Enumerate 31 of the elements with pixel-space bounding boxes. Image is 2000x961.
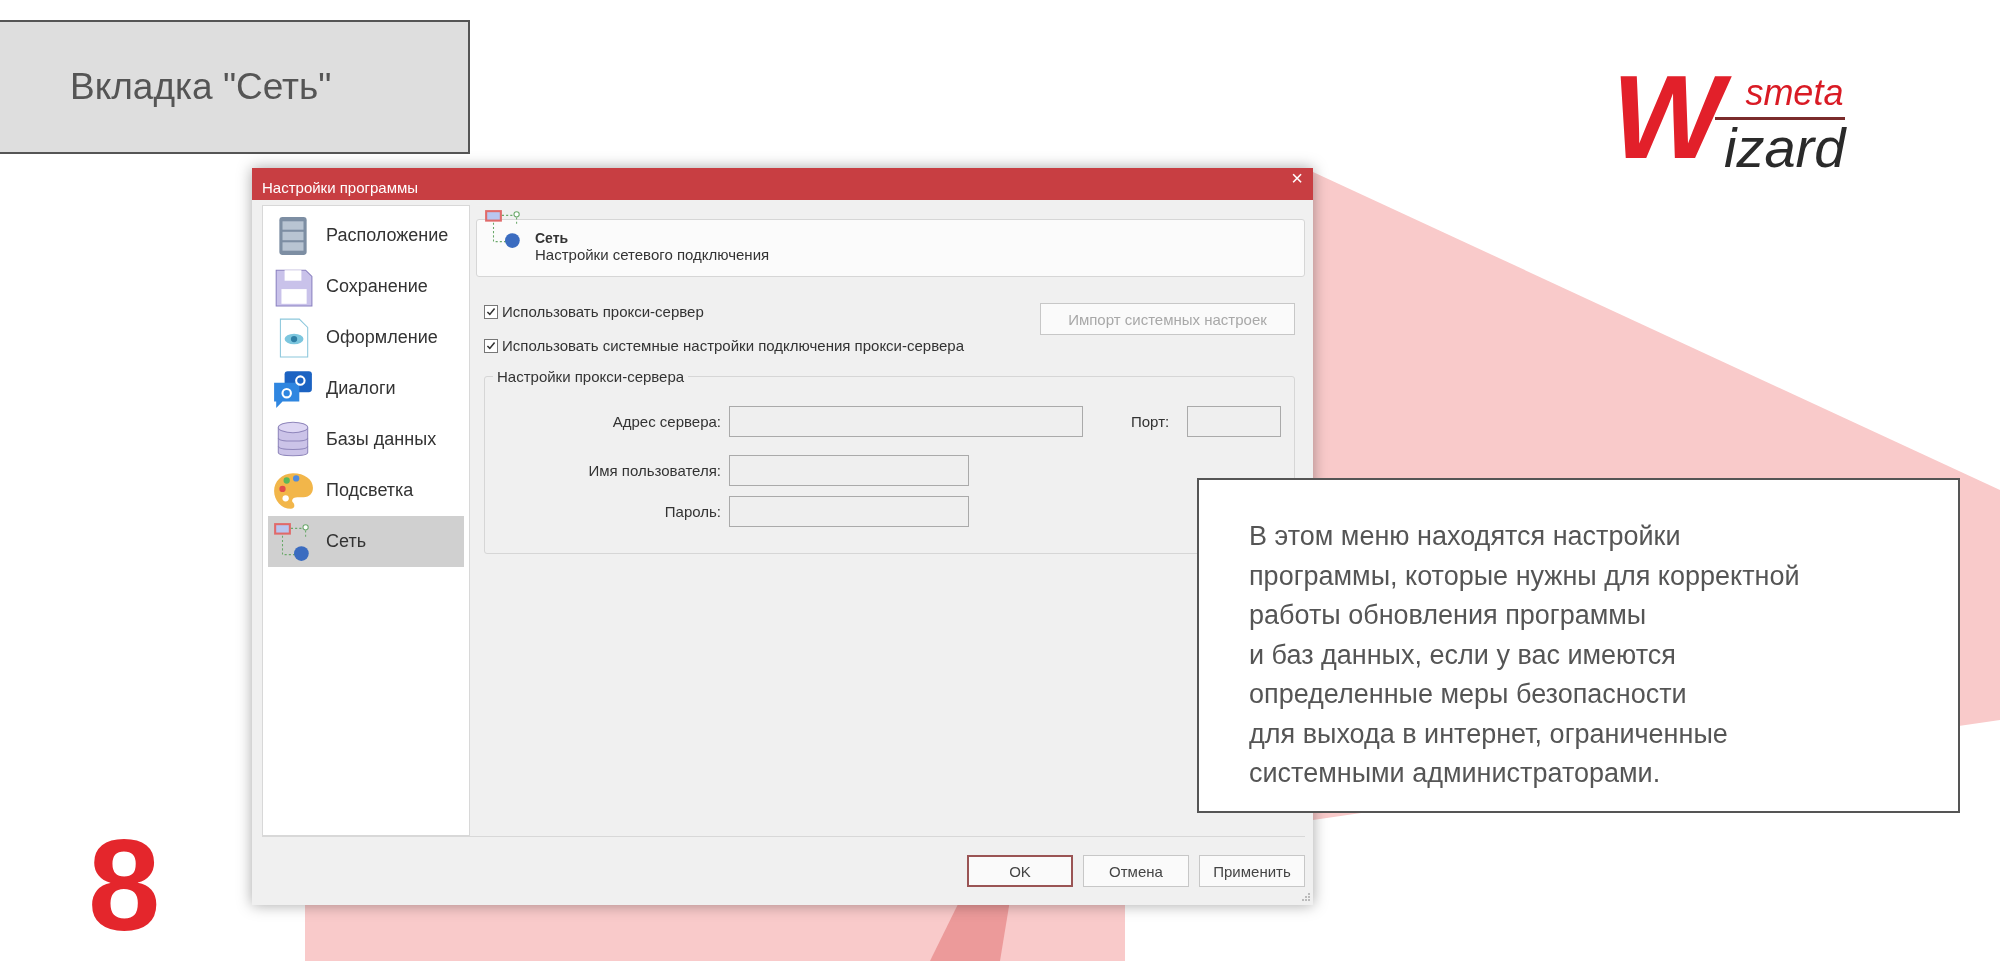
sidebar-item[interactable]: Базы данных <box>268 414 464 465</box>
step-number: 8 <box>88 820 161 950</box>
port-field[interactable] <box>1187 406 1281 437</box>
field-label: Пароль: <box>663 503 722 520</box>
field-label: Имя пользователя: <box>587 462 722 479</box>
password-field[interactable] <box>729 496 969 527</box>
checkbox-label: Использовать прокси-сервер <box>502 303 704 320</box>
dialog-button[interactable]: OK <box>967 855 1073 887</box>
checkbox-label: Использовать системные настройки подключения прокси-сервера <box>502 337 964 354</box>
dialog-button[interactable]: Применить <box>1199 855 1305 887</box>
group-title: Настройки прокси-сервера <box>493 368 689 385</box>
username-field[interactable] <box>729 455 969 486</box>
window-title: Настройки программы <box>262 177 419 196</box>
section-subtitle: Настройки сетевого подключения <box>535 246 770 263</box>
sidebar-item[interactable]: Сеть <box>268 516 464 567</box>
sidebar-item[interactable]: Подсветка <box>268 465 464 516</box>
sidebar-item[interactable]: Оформление <box>268 312 464 363</box>
resize-grip-icon <box>1301 892 1311 902</box>
callout-text: В этом меню находятся настройки программы, которые нужны для корректной работы обновления программы и баз данных, если у вас имеются определенные меры безопасности для выхода в интернет, ограниченные системными администраторами. <box>1197 478 1960 813</box>
dialog-button[interactable]: Отмена <box>1083 855 1189 887</box>
sidebar-item[interactable]: Диалоги <box>268 363 464 414</box>
sidebar-item[interactable]: Сохранение <box>268 261 464 312</box>
field-label: Адрес сервера: <box>611 413 722 430</box>
field-label: Порт: <box>1131 413 1171 430</box>
checkbox[interactable] <box>484 338 498 353</box>
close-button[interactable]: × <box>1291 168 1303 188</box>
server-address-field[interactable] <box>729 406 1083 437</box>
section-title: Сеть <box>535 230 570 246</box>
checkbox[interactable] <box>484 304 498 319</box>
slide-title: Вкладка "Сеть" <box>0 20 470 154</box>
sidebar-item[interactable]: Расположение <box>268 210 464 261</box>
